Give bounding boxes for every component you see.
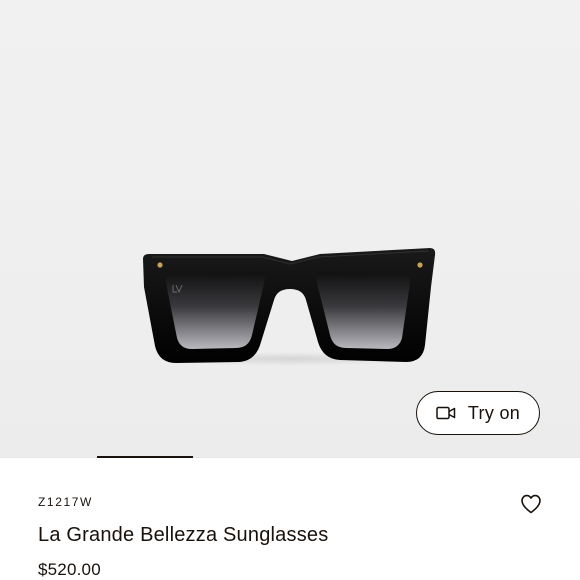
add-to-wishlist-button[interactable] <box>519 492 543 516</box>
carousel-active-indicator[interactable] <box>97 456 193 458</box>
product-sku: Z1217W <box>38 495 93 509</box>
product-price: $520.00 <box>38 560 101 579</box>
try-on-label: Try on <box>467 402 521 423</box>
image-carousel-track <box>0 457 580 458</box>
sunglasses-product-image <box>143 248 436 363</box>
product-image-area[interactable]: Try on <box>0 0 580 458</box>
heart-outline-icon <box>521 494 541 514</box>
product-name: La Grande Bellezza Sunglasses <box>38 524 329 546</box>
try-on-button[interactable]: Try on <box>416 391 540 435</box>
video-camera-icon <box>436 406 456 420</box>
